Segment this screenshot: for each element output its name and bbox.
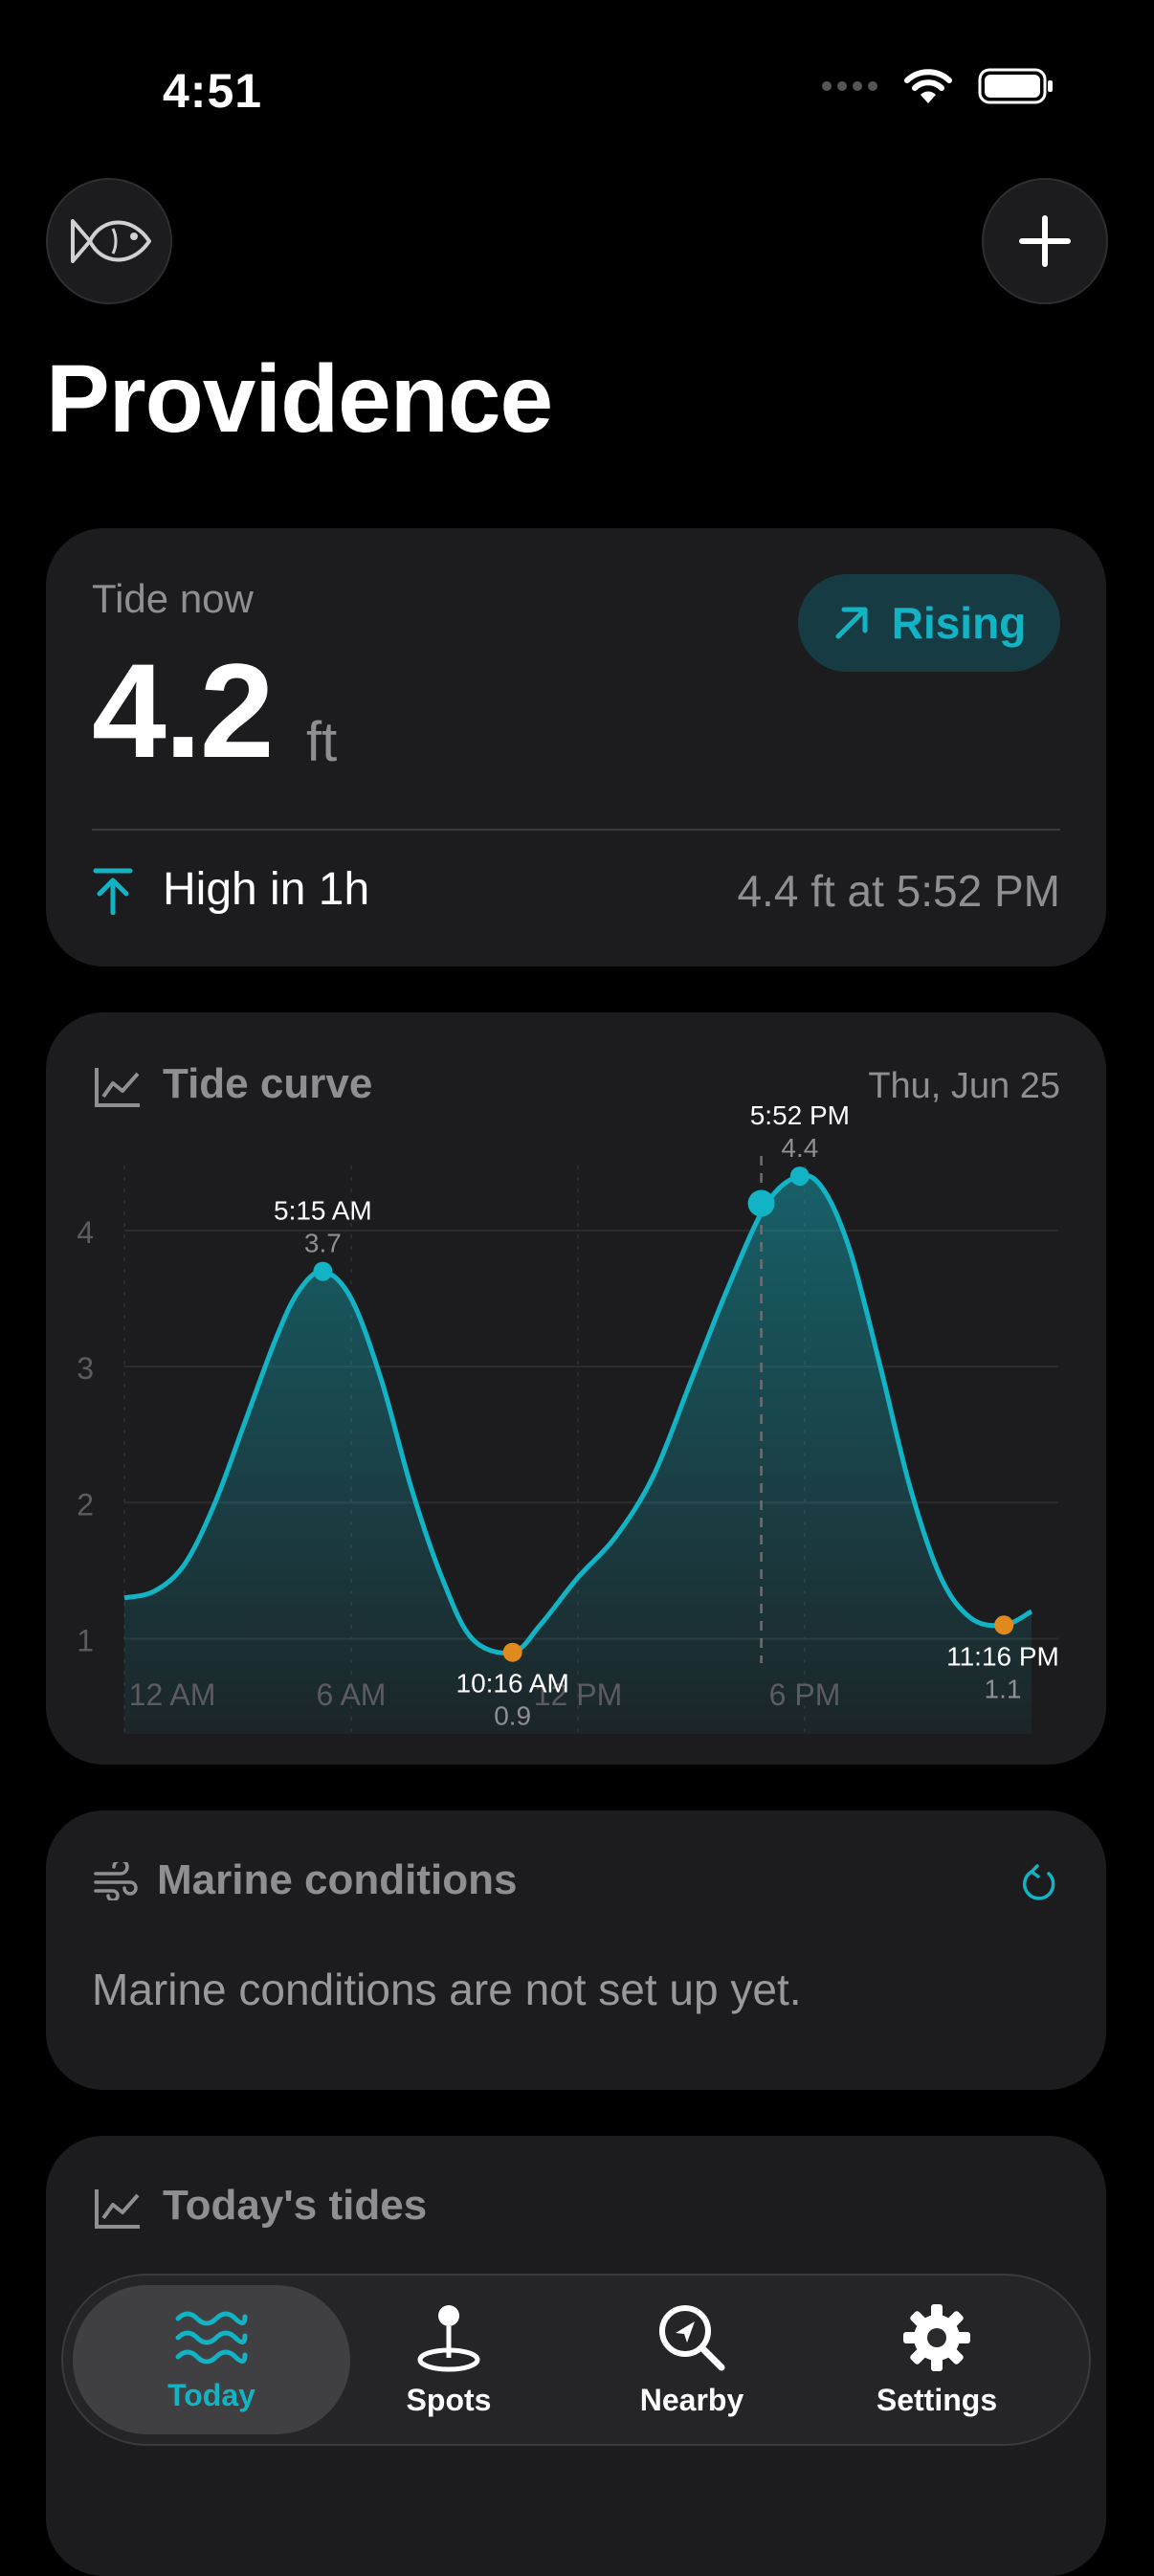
tab-nearby-label: Nearby bbox=[639, 2382, 744, 2417]
tide-value: 4.2 bbox=[92, 635, 275, 786]
x-tick-label: 12 AM bbox=[129, 1677, 216, 1712]
tab-settings[interactable]: Settings bbox=[798, 2285, 1076, 2434]
marine-message: Marine conditions are not set up yet. bbox=[92, 1965, 802, 2014]
tide-chart: 123412 AM 6 AM 12 PM 6 PM5:15 AM3.710:16 AM… bbox=[77, 1100, 1059, 1734]
extreme-value-label: 3.7 bbox=[304, 1229, 342, 1258]
tide-unit: ft bbox=[306, 711, 338, 773]
now-dot bbox=[747, 1189, 775, 1217]
low-tide-dot bbox=[994, 1615, 1014, 1635]
y-tick-label: 1 bbox=[77, 1623, 94, 1657]
extreme-value-label: 1.1 bbox=[985, 1674, 1022, 1703]
wifi-icon bbox=[904, 69, 952, 103]
location-search-icon bbox=[659, 2304, 725, 2370]
marine-card: Marine conditions Marine conditions are … bbox=[46, 1810, 1106, 2090]
trend-label: Rising bbox=[891, 598, 1027, 648]
gear-icon bbox=[903, 2303, 970, 2371]
x-tick-label: 6 AM bbox=[317, 1677, 387, 1712]
tab-bar: Today Spots Nearby Settings bbox=[61, 2274, 1091, 2446]
y-tick-label: 3 bbox=[77, 1351, 94, 1386]
add-button[interactable] bbox=[982, 178, 1108, 304]
extreme-value-label: 0.9 bbox=[494, 1701, 531, 1731]
extreme-time-label: 5:15 AM bbox=[274, 1196, 372, 1226]
y-tick-label: 4 bbox=[77, 1215, 94, 1250]
tab-spots[interactable]: Spots bbox=[310, 2285, 588, 2434]
extreme-time-label: 11:16 PM bbox=[946, 1641, 1059, 1671]
wind-icon bbox=[94, 1862, 138, 1900]
extreme-value-label: 4.4 bbox=[781, 1133, 818, 1163]
y-tick-label: 2 bbox=[77, 1487, 94, 1521]
arrow-up-to-line-icon bbox=[93, 868, 133, 915]
next-event-detail: 4.4 ft at 5:52 PM bbox=[737, 866, 1060, 916]
extreme-time-label: 10:16 AM bbox=[456, 1669, 569, 1699]
tab-settings-label: Settings bbox=[876, 2382, 998, 2417]
trend-badge: Rising bbox=[798, 574, 1060, 672]
divider bbox=[92, 829, 1060, 831]
chart-line-icon bbox=[95, 2189, 140, 2229]
todays-tides-title: Today's tides bbox=[163, 2182, 428, 2229]
map-pin-icon bbox=[417, 2304, 480, 2371]
fish-button[interactable] bbox=[46, 178, 172, 304]
next-event-label: High in 1h bbox=[163, 864, 370, 915]
low-tide-dot bbox=[502, 1642, 522, 1662]
fish-icon bbox=[71, 219, 151, 263]
x-tick-label: 6 PM bbox=[769, 1677, 841, 1712]
plus-icon bbox=[1019, 215, 1071, 267]
page-title: Providence bbox=[46, 345, 553, 453]
high-tide-dot bbox=[313, 1261, 333, 1281]
tide-now-label: Tide now bbox=[92, 576, 254, 621]
waves-icon bbox=[175, 2311, 248, 2364]
arrow-up-right-icon bbox=[835, 607, 868, 639]
tab-today[interactable]: Today bbox=[73, 2285, 350, 2434]
refresh-icon[interactable] bbox=[1018, 1862, 1060, 1906]
tab-nearby[interactable]: Nearby bbox=[553, 2285, 831, 2434]
tide-now-card: Tide now 4.2 ft Rising High in 1h 4.4 ft… bbox=[46, 528, 1106, 966]
cellular-icon bbox=[822, 81, 877, 91]
status-icons bbox=[821, 67, 1054, 105]
tab-spots-label: Spots bbox=[406, 2382, 492, 2417]
battery-icon bbox=[978, 68, 1053, 104]
tide-curve-card: Tide curve Thu, Jun 25 1 2 3 4 12 AM 6 AM 12 P… bbox=[46, 1012, 1106, 1765]
marine-title: Marine conditions bbox=[157, 1856, 518, 1903]
high-tide-dot bbox=[789, 1166, 810, 1187]
status-time: 4:51 bbox=[163, 64, 263, 118]
tab-today-label: Today bbox=[167, 2377, 255, 2412]
extreme-time-label: 5:52 PM bbox=[750, 1100, 850, 1130]
